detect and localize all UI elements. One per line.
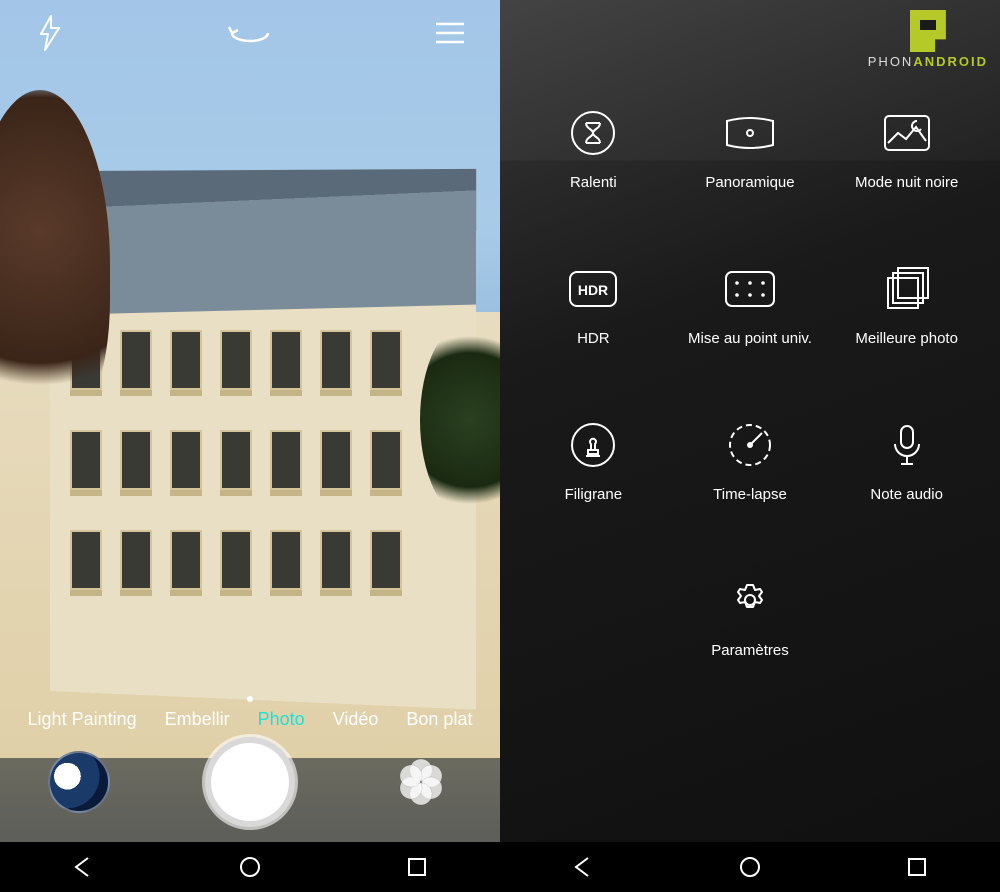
svg-text:HDR: HDR — [578, 282, 608, 298]
back-button[interactable] — [563, 847, 603, 887]
stamp-icon — [570, 422, 616, 468]
mode-light-painting[interactable]: Light Painting — [28, 709, 137, 730]
camera-mode-grid: Ralenti Panoramique Mode nuit noire HDR … — [500, 110, 1000, 659]
home-button[interactable] — [230, 847, 270, 887]
gallery-thumbnail[interactable] — [48, 751, 110, 813]
mode-embellir[interactable]: Embellir — [165, 709, 230, 730]
mode-filigrane[interactable]: Filigrane — [515, 422, 672, 503]
menu-icon[interactable] — [430, 13, 470, 53]
camera-modes-screen: PHONANDROID Ralenti Panoramique Mode nui… — [500, 0, 1000, 892]
timelapse-icon — [727, 422, 773, 468]
switch-camera-icon[interactable] — [230, 13, 270, 53]
mode-ralenti[interactable]: Ralenti — [515, 110, 672, 191]
effects-button[interactable] — [390, 751, 452, 813]
flash-icon[interactable] — [30, 13, 70, 53]
camera-bottom-controls — [0, 732, 500, 832]
android-navbar — [0, 842, 500, 892]
mode-bon-plat[interactable]: Bon plat — [406, 709, 472, 730]
mode-hdr[interactable]: HDR HDR — [515, 266, 672, 347]
mode-time-lapse[interactable]: Time-lapse — [672, 422, 829, 503]
recents-button[interactable] — [897, 847, 937, 887]
mode-indicator-dot — [247, 696, 253, 702]
mode-nuit-noire[interactable]: Mode nuit noire — [828, 110, 985, 191]
mode-photo[interactable]: Photo — [258, 709, 305, 730]
camera-mode-scroller[interactable]: Light Painting Embellir Photo Vidéo Bon … — [0, 709, 500, 730]
phonandroid-watermark: PHONANDROID — [868, 10, 988, 69]
mode-video[interactable]: Vidéo — [333, 709, 379, 730]
mode-meilleure-photo[interactable]: Meilleure photo — [828, 266, 985, 347]
hourglass-icon — [570, 110, 616, 156]
recents-button[interactable] — [397, 847, 437, 887]
phonandroid-logo-icon — [910, 10, 946, 52]
home-button[interactable] — [730, 847, 770, 887]
mode-note-audio[interactable]: Note audio — [828, 422, 985, 503]
camera-topbar — [0, 0, 500, 65]
best-photo-icon — [884, 266, 930, 312]
mic-icon — [884, 422, 930, 468]
mode-parametres[interactable]: Paramètres — [672, 578, 829, 659]
back-button[interactable] — [63, 847, 103, 887]
mode-panoramique[interactable]: Panoramique — [672, 110, 829, 191]
focus-icon — [727, 266, 773, 312]
mode-mise-au-point[interactable]: Mise au point univ. — [672, 266, 829, 347]
camera-viewfinder-screen: Light Painting Embellir Photo Vidéo Bon … — [0, 0, 500, 892]
panorama-icon — [727, 110, 773, 156]
shutter-button[interactable] — [205, 737, 295, 827]
night-icon — [884, 110, 930, 156]
settings-icon — [727, 578, 773, 624]
hdr-icon: HDR — [570, 266, 616, 312]
android-navbar — [500, 842, 1000, 892]
